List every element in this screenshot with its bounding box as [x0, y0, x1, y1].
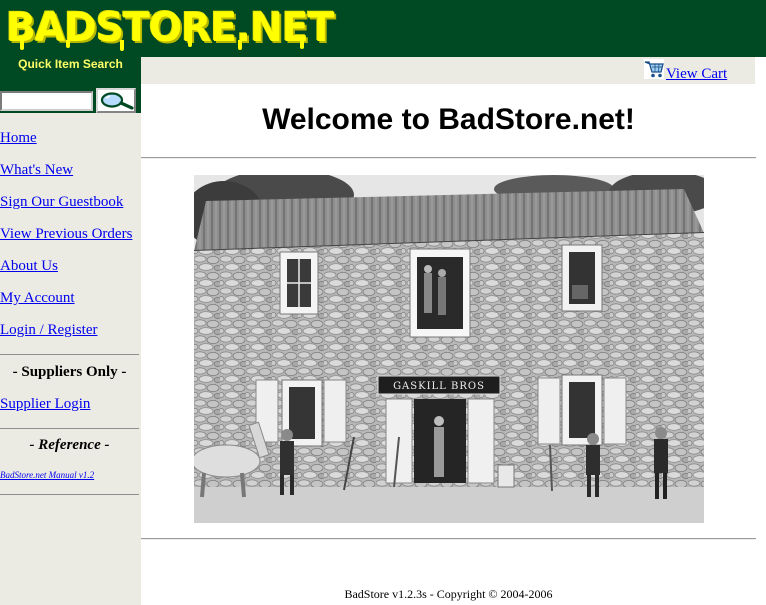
sidebar-divider — [0, 354, 139, 355]
logo-drip — [300, 40, 304, 49]
page-title: Welcome to BadStore.net! — [262, 103, 635, 136]
shopping-cart-icon-graphic — [644, 59, 664, 79]
shopping-cart-icon[interactable] — [644, 59, 664, 79]
nav-guestbook-link[interactable]: Sign Our Guestbook — [0, 194, 123, 211]
site-logo: BADSTORE.NET — [6, 5, 334, 51]
quick-search-input[interactable] — [0, 91, 93, 111]
sidebar-divider — [0, 428, 139, 429]
store-sign-text: GASKILL BROS — [393, 381, 485, 392]
store-photo: GASKILL BROS — [194, 175, 704, 523]
supplier-login-link[interactable]: Supplier Login — [0, 396, 90, 413]
view-cart-link[interactable]: View Cart — [666, 66, 727, 83]
nav-whats-new-link[interactable]: What's New — [0, 162, 73, 179]
magnifier-icon — [98, 90, 134, 111]
logo-drip — [238, 40, 242, 50]
manual-link[interactable]: BadStore.net Manual v1.2 — [0, 470, 94, 480]
nav-home-link[interactable]: Home — [0, 130, 37, 147]
suppliers-heading: - Suppliers Only - — [12, 364, 127, 380]
search-button[interactable] — [96, 88, 136, 113]
quick-search-label: Quick Item Search — [18, 57, 123, 71]
logo-drip — [66, 40, 70, 48]
sidebar-divider — [0, 494, 139, 495]
logo-drip — [20, 40, 24, 50]
nav-login-register-link[interactable]: Login / Register — [0, 322, 98, 339]
store-photo-graphic: GASKILL BROS — [194, 175, 704, 523]
nav-my-account-link[interactable]: My Account — [0, 290, 75, 307]
nav-previous-orders-link[interactable]: View Previous Orders — [0, 226, 132, 243]
copyright-footer: BadStore v1.2.3s - Copyright © 2004-2006 — [344, 587, 553, 601]
reference-heading: - Reference - — [29, 437, 110, 453]
footer-divider — [141, 538, 756, 540]
title-divider — [141, 157, 756, 159]
logo-drip — [120, 40, 124, 51]
quick-search-panel: Quick Item Search — [0, 57, 141, 113]
site-header: BADSTORE.NET — [0, 0, 766, 57]
nav-about-us-link[interactable]: About Us — [0, 258, 58, 275]
logo-drip — [188, 40, 192, 47]
